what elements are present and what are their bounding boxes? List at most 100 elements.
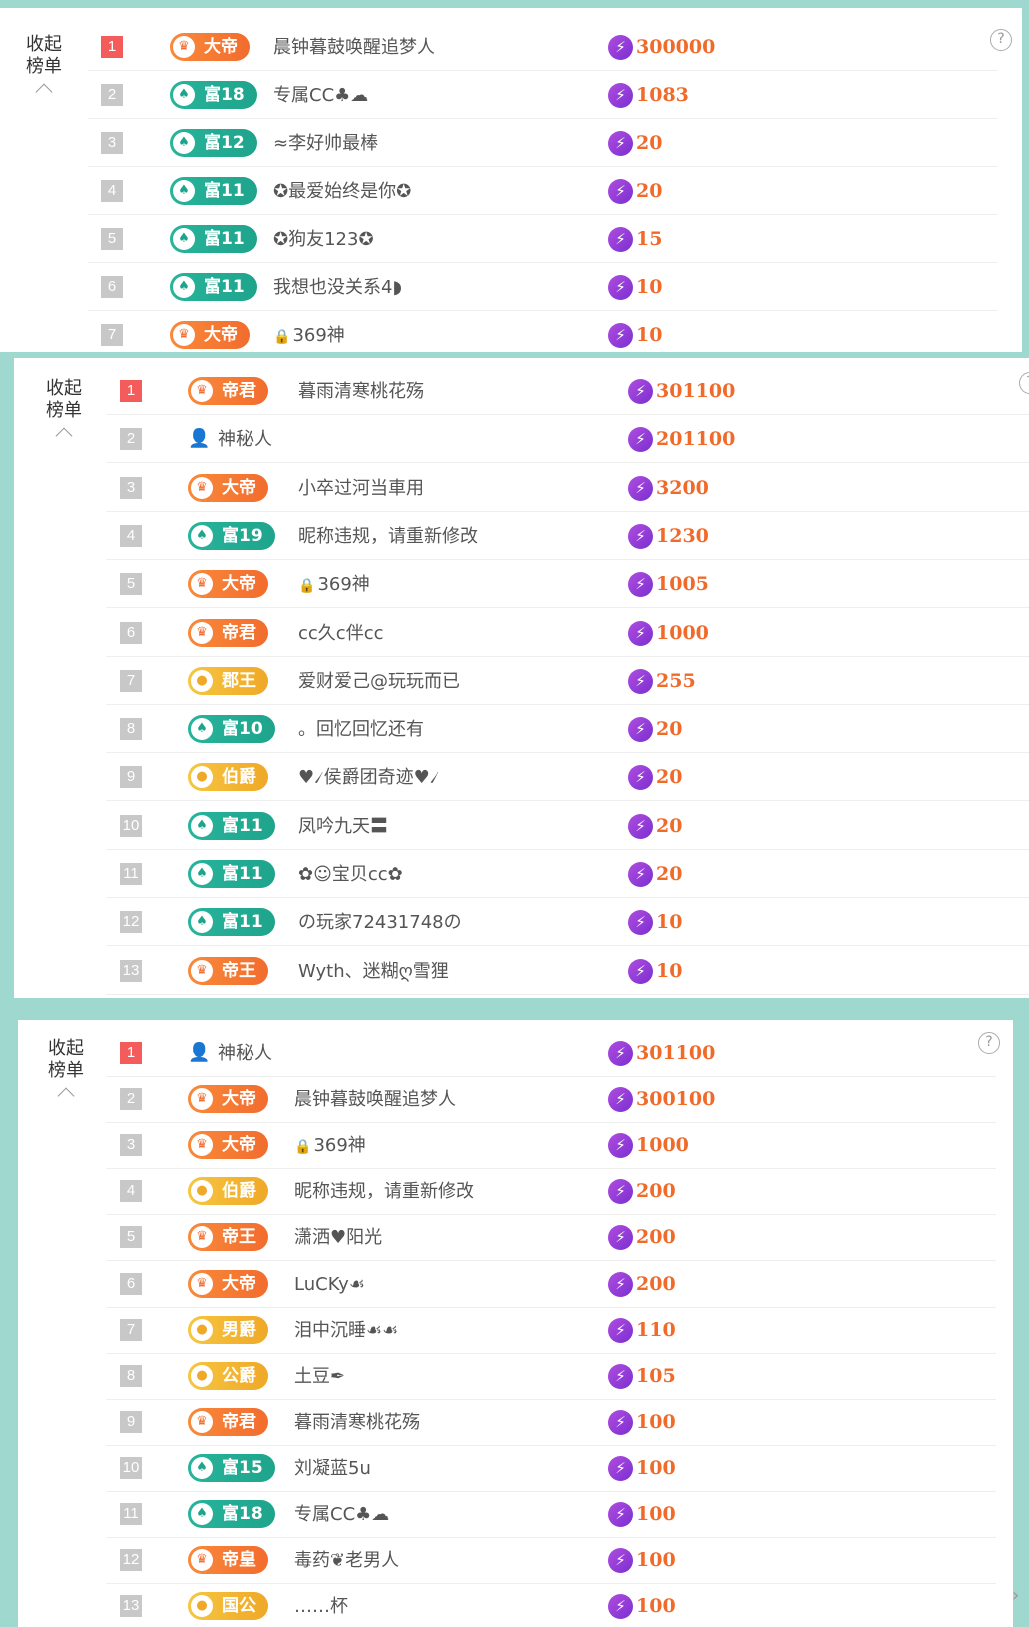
rank-number: 12: [120, 911, 142, 934]
username[interactable]: Wyth、迷糊ღ雪狸: [298, 948, 449, 995]
level-badge-label: 伯爵: [222, 767, 256, 788]
leaderboard-row[interactable]: 7 ● 郡王 爱财爱己@玩玩而已 ⚡ 255: [106, 658, 1029, 705]
leaderboard-row[interactable]: 1 ♛ 大帝 晨钟暮鼓唤醒追梦人 ⚡ 300000: [88, 24, 998, 71]
leaderboard-row[interactable]: 7 ♛ 大帝 🔒 369神 ⚡ 10: [88, 312, 998, 352]
leaderboard-row[interactable]: 2 ♠ 富18 专属CC♣☁ ⚡ 1083: [88, 72, 998, 119]
leaderboard-row[interactable]: 5 ♛ 大帝 🔒 369神 ⚡ 1005: [106, 561, 1029, 609]
username-text: 毒药❦老男人: [294, 1550, 400, 1572]
username[interactable]: 专属CC♣☁: [294, 1491, 389, 1538]
leaderboard-row[interactable]: 9 ● 伯爵 ♥৴侯爵团奇迹♥৴ ⚡ 20: [106, 754, 1029, 802]
username-text: 泪中沉睡☙☙: [294, 1319, 399, 1341]
username[interactable]: 爱财爱己@玩玩而已: [298, 658, 460, 705]
collapse-label-line1: 收起: [48, 1038, 84, 1059]
username[interactable]: 神秘人: [218, 1030, 272, 1077]
username[interactable]: 暮雨清寒桃花殇: [294, 1399, 420, 1446]
level-badge: ♠ 富18: [170, 81, 257, 109]
leaderboard-row[interactable]: 11 ♠ 富11 ✿☺宝贝ⅽⅽ✿ ⚡ 20: [106, 851, 1029, 898]
lightning-icon: ⚡: [608, 35, 633, 60]
level-badge: ♛ 大帝: [188, 473, 268, 502]
leaderboard-row[interactable]: 11 ♠ 富18 专属CC♣☁ ⚡ 100: [106, 1491, 996, 1538]
chevron-right-icon[interactable]: ›: [1012, 1585, 1019, 1606]
score-value: 15: [636, 228, 663, 250]
leaderboard-row[interactable]: 10 ♠ 富15 刘凝蓝5u ⚡ 100: [106, 1445, 996, 1492]
username[interactable]: 泪中沉睡☙☙: [294, 1307, 398, 1354]
username-text: 专属CC♣☁: [294, 1504, 390, 1525]
score-value: 100: [636, 1410, 676, 1433]
username[interactable]: 毒药❦老男人: [294, 1537, 399, 1584]
leaderboard-row[interactable]: 6 ♛ 大帝 LuCKy☙ ⚡ 200: [106, 1261, 996, 1308]
leaderboard-row[interactable]: 4 ● 伯爵 昵称违规，请重新修改 ⚡ 200: [106, 1168, 996, 1216]
username[interactable]: 凤吟九天〓: [298, 803, 388, 850]
leaderboard-row[interactable]: 4 ♠ 富19 昵称违规，请重新修改 ⚡ 1230: [106, 513, 1029, 560]
username[interactable]: 。回忆回忆还有: [298, 706, 424, 753]
leaderboard-row[interactable]: 10 ♠ 富11 凤吟九天〓 ⚡ 20: [106, 803, 1029, 850]
leaderboard-row[interactable]: 2 👤 神秘人 ⚡ 201100: [106, 416, 1029, 464]
leaderboard-row[interactable]: 3 ♛ 大帝 小卒过河当車用 ⚡ 3200: [106, 465, 1029, 512]
collapse-leaderboard-button[interactable]: 收起 榜单: [16, 34, 72, 101]
username[interactable]: 潇洒♥阳光: [294, 1214, 382, 1261]
collapse-leaderboard-button[interactable]: 收起 榜单: [36, 378, 92, 445]
leaderboard-row[interactable]: 9 ♛ 帝君 暮雨清寒桃花殇 ⚡ 100: [106, 1399, 996, 1446]
leaderboard-row[interactable]: 8 ● 公爵 土豆✒ ⚡ 105: [106, 1353, 996, 1400]
leaderboard-row[interactable]: 3 ♛ 大帝 🔒 369神 ⚡ 1000: [106, 1122, 996, 1170]
level-badge: ♠ 富11: [188, 811, 275, 840]
username[interactable]: 刘凝蓝5u: [294, 1445, 371, 1492]
collapse-leaderboard-button[interactable]: 收起 榜单: [38, 1038, 94, 1105]
score-value: 301100: [656, 380, 736, 402]
leaderboard-row[interactable]: 2 ♛ 大帝 晨钟暮鼓唤醒追梦人 ⚡ 300100: [106, 1076, 996, 1124]
username[interactable]: 神秘人: [218, 416, 272, 463]
leaderboard-row[interactable]: 12 ♛ 帝皇 毒药❦老男人 ⚡ 100: [106, 1537, 996, 1585]
username[interactable]: 🔒 369神: [294, 1122, 366, 1169]
level-badge-label: 大帝: [222, 477, 256, 498]
level-badge: ♛ 帝君: [188, 618, 268, 647]
leaderboard-row[interactable]: 1 👤 神秘人 ⚡ 301100: [106, 1030, 996, 1077]
username-text: 潇洒♥阳光: [294, 1227, 383, 1249]
chevron-up-icon: [55, 427, 73, 445]
lock-icon: 🔒: [294, 1139, 312, 1156]
username[interactable]: ✪狗友123✪: [273, 216, 374, 263]
score-value: 20: [656, 718, 683, 741]
username[interactable]: の玩家72431748の: [298, 899, 462, 946]
username[interactable]: ♥৴侯爵团奇迹♥৴: [298, 754, 439, 801]
leaderboard-row[interactable]: 1 ♛ 帝君 暮雨清寒桃花殇 ⚡ 301100: [106, 368, 1029, 415]
leaderboard-row[interactable]: 8 ♠ 富10 。回忆回忆还有 ⚡ 20: [106, 706, 1029, 754]
username[interactable]: 小卒过河当車用: [298, 465, 424, 512]
leaf-icon: ♠: [191, 718, 213, 741]
username[interactable]: LuCKy☙: [294, 1261, 365, 1308]
username[interactable]: 暮雨清寒桃花殇: [298, 368, 424, 415]
score-value: 10: [656, 911, 683, 934]
lightning-icon: ⚡: [608, 1317, 633, 1343]
score-value: 1083: [636, 84, 689, 106]
username[interactable]: ⅽⅽ久ⅽ伴ⅽⅽ: [298, 610, 383, 657]
leaderboard-row[interactable]: 13 ● 国公 ……杯 ⚡ 100: [106, 1583, 996, 1627]
leaderboard-row[interactable]: 6 ♠ 富11 我想也没关系4◗ ⚡ 10: [88, 264, 998, 311]
level-badge: ● 伯爵: [188, 763, 268, 792]
username[interactable]: 昵称违规，请重新修改: [298, 513, 478, 560]
username[interactable]: 🔒 369神: [298, 561, 370, 608]
username[interactable]: ✪最爱始终是你✪: [273, 168, 411, 215]
username[interactable]: ……杯: [294, 1583, 348, 1627]
username[interactable]: 昵称违规，请重新修改: [294, 1168, 474, 1215]
username[interactable]: 我想也没关系4◗: [273, 264, 402, 311]
lightning-icon: ⚡: [628, 620, 653, 646]
username[interactable]: 晨钟暮鼓唤醒追梦人: [273, 24, 435, 71]
rank-number: 12: [120, 1549, 142, 1572]
leaderboard-row[interactable]: 5 ♛ 帝王 潇洒♥阳光 ⚡ 200: [106, 1214, 996, 1262]
score-value: 1005: [656, 573, 709, 596]
rank-number: 5: [101, 228, 123, 250]
username[interactable]: ≈李好帅最棒: [273, 120, 378, 167]
leaderboard-row[interactable]: 12 ♠ 富11 の玩家72431748の ⚡ 10: [106, 899, 1029, 947]
leaderboard-row[interactable]: 4 ♠ 富11 ✪最爱始终是你✪ ⚡ 20: [88, 168, 998, 215]
leaderboard-row[interactable]: 3 ♠ 富12 ≈李好帅最棒 ⚡ 20: [88, 120, 998, 167]
username[interactable]: ✿☺宝贝ⅽⅽ✿: [298, 851, 403, 898]
username[interactable]: 🔒 369神: [273, 312, 345, 352]
username[interactable]: 专属CC♣☁: [273, 72, 368, 119]
leaderboard-row[interactable]: 7 ● 男爵 泪中沉睡☙☙ ⚡ 110: [106, 1307, 996, 1354]
leaderboard-row[interactable]: 6 ♛ 帝君 ⅽⅽ久ⅽ伴ⅽⅽ ⚡ 1000: [106, 610, 1029, 657]
username[interactable]: 晨钟暮鼓唤醒追梦人: [294, 1076, 456, 1123]
score-value: 1000: [636, 1134, 689, 1157]
leaderboard-row[interactable]: 13 ♛ 帝王 Wyth、迷糊ღ雪狸 ⚡ 10: [106, 948, 1029, 995]
lightning-icon: ⚡: [628, 813, 653, 839]
username[interactable]: 土豆✒: [294, 1353, 345, 1400]
leaderboard-row[interactable]: 5 ♠ 富11 ✪狗友123✪ ⚡ 15: [88, 216, 998, 263]
